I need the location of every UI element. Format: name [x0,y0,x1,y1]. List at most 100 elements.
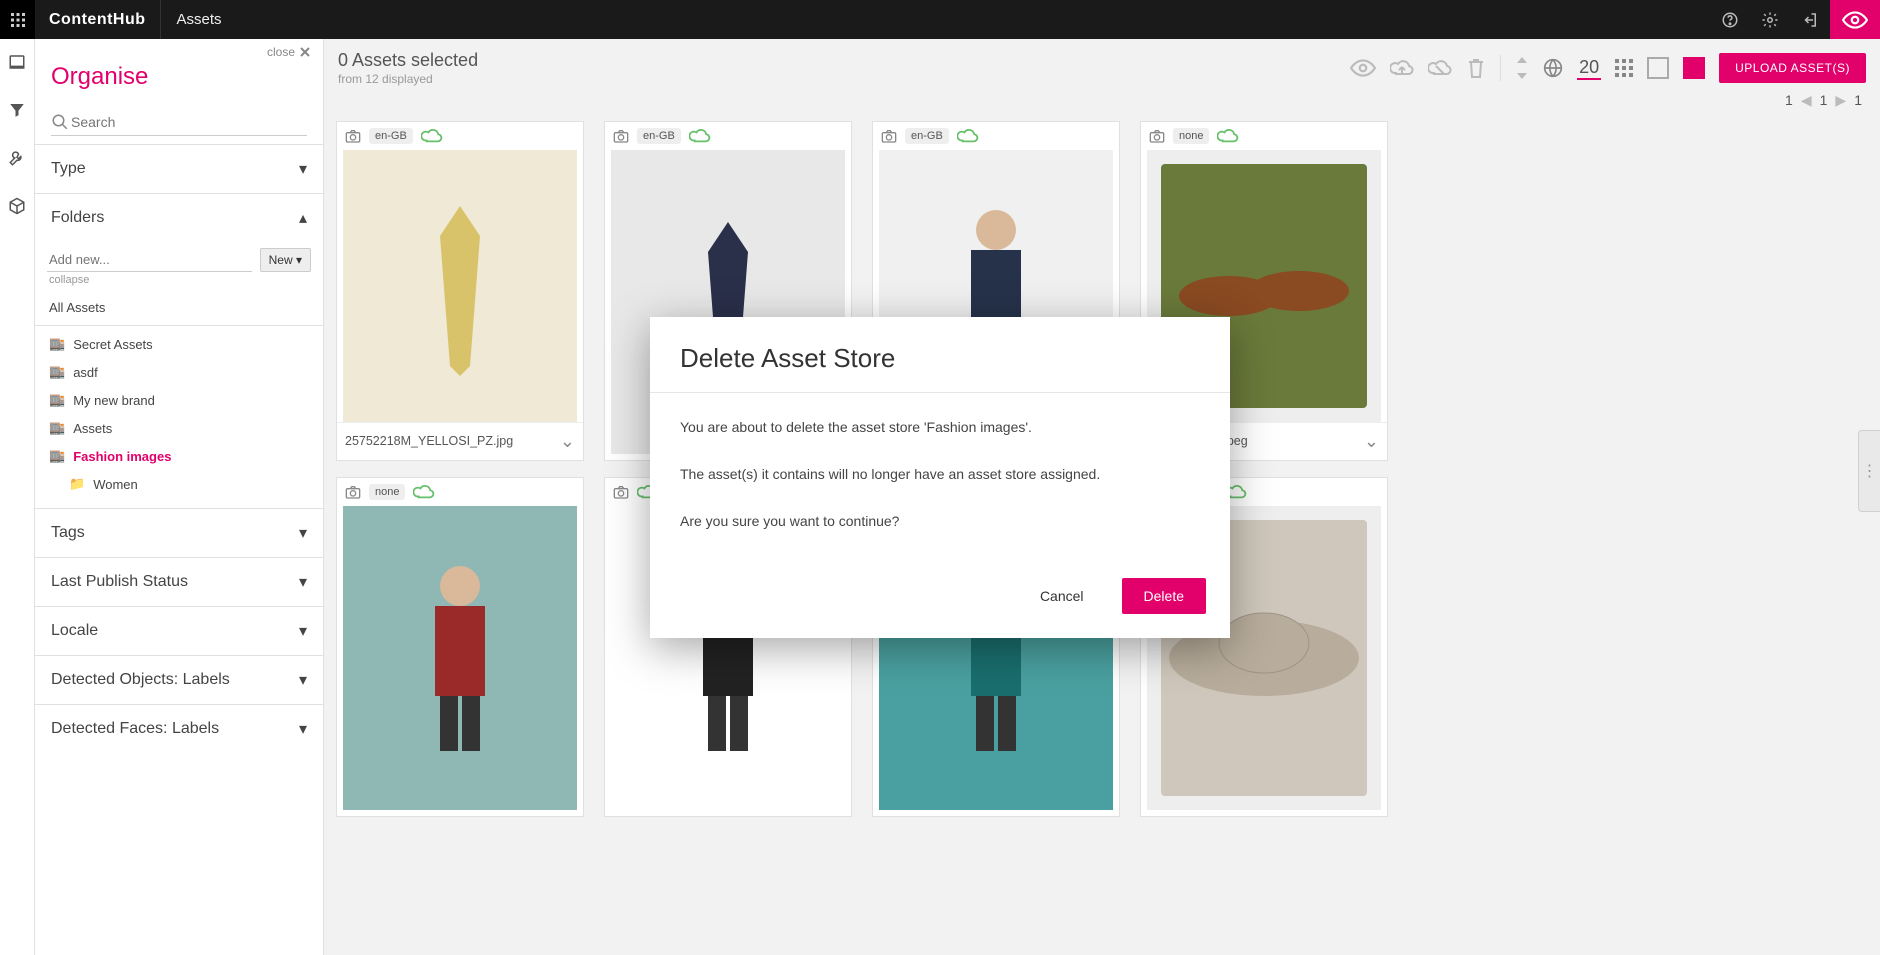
tree-label: Secret Assets [73,337,152,352]
help-icon[interactable] [1710,0,1750,39]
filter-icon[interactable] [8,101,26,119]
locale-chip: none [1173,128,1209,144]
right-drawer-handle[interactable]: ⋮ [1858,430,1880,512]
store-icon: 🏬 [49,448,65,464]
tree-fashion-images[interactable]: 🏬 Fashion images [47,442,311,470]
close-label: close [267,45,295,59]
camera-icon [1149,129,1165,143]
cloud-icon [957,128,979,144]
accordion-locale[interactable]: Locale ▾ [35,606,323,655]
upload-assets-button[interactable]: UPLOAD ASSET(S) [1719,53,1866,83]
asset-thumbnail[interactable] [343,150,577,422]
assets-toolbar: 0 Assets selected from 12 displayed 20 U… [324,39,1880,92]
tree-all-assets[interactable]: All Assets [47,294,311,321]
tools-icon[interactable] [8,149,26,167]
locale-chip: en-GB [369,128,413,144]
folder-icon: 📁 [69,476,85,492]
store-icon: 🏬 [49,420,65,436]
cancel-button[interactable]: Cancel [1018,578,1106,614]
close-panel-button[interactable]: close [35,39,323,59]
trash-icon[interactable] [1466,57,1486,79]
new-folder-button[interactable]: New ▾ [260,248,311,272]
cloud-icon [421,128,443,144]
accordion-folders[interactable]: Folders ▴ [35,193,323,242]
add-folder-input[interactable] [47,248,252,272]
selected-count: 0 Assets selected [338,49,478,72]
accordion-label: Locale [51,622,98,640]
asset-card[interactable]: en-GB25752218M_YELLOSI_PZ.jpg⌄ [336,121,584,461]
grid-icon[interactable] [1615,59,1633,77]
chevron-down-icon[interactable]: ⌄ [560,431,575,452]
chevron-down-icon: ▾ [299,523,307,543]
search-icon [51,113,69,131]
pager: 1 ◀ 1 ▶ 1 [324,92,1880,113]
modal-line1: You are about to delete the asset store … [680,417,1200,438]
exit-icon[interactable] [1790,0,1830,39]
tree-assets[interactable]: 🏬 Assets [47,414,311,442]
package-icon[interactable] [8,197,26,215]
chevron-up-icon: ▴ [299,208,307,228]
pager-next-icon[interactable]: ▶ [1835,92,1846,109]
asset-thumbnail[interactable] [343,506,577,810]
asset-card[interactable]: none [336,477,584,817]
tree-my-new-brand[interactable]: 🏬 My new brand [47,386,311,414]
accordion-last-publish[interactable]: Last Publish Status ▾ [35,557,323,606]
topbar: ContentHub Assets [0,0,1880,39]
camera-icon [613,485,629,499]
store-icon: 🏬 [49,336,65,352]
chevron-down-icon: ▾ [299,719,307,739]
tree-label: All Assets [49,300,105,315]
brand-logo[interactable]: ContentHub [35,11,160,29]
folders-body: New ▾ collapse All Assets 🏬 Secret Asset… [35,242,323,508]
store-icon: 🏬 [49,364,65,380]
camera-icon [345,485,361,499]
store-icon: 🏬 [49,392,65,408]
cloud-off-icon[interactable] [1428,58,1452,78]
tree-label: Fashion images [73,449,171,464]
chevron-down-icon[interactable]: ⌄ [1364,431,1379,452]
chevron-down-icon: ▾ [299,670,307,690]
pager-prev-icon[interactable]: ◀ [1801,92,1812,109]
globe-icon[interactable] [1543,58,1563,78]
delete-asset-store-modal: Delete Asset Store You are about to dele… [650,317,1230,638]
tile-toggle-icon[interactable] [1683,57,1705,79]
accordion-tags[interactable]: Tags ▾ [35,508,323,557]
accordion-label: Last Publish Status [51,573,188,591]
collapse-link[interactable]: collapse [49,274,311,286]
accordion-detected-objects[interactable]: Detected Objects: Labels ▾ [35,655,323,704]
accordion-label: Type [51,160,86,178]
tree-women[interactable]: 📁 Women [47,470,311,498]
pager-last[interactable]: 1 [1854,92,1862,108]
preview-eye-icon[interactable] [1830,0,1880,39]
accordion-type[interactable]: Type ▾ [35,144,323,193]
accordion-label: Folders [51,209,104,227]
modal-line3: Are you sure you want to continue? [680,511,1200,532]
apps-icon[interactable] [0,0,35,39]
nav-iconstrip [0,39,35,955]
camera-icon [345,129,361,143]
accordion-label: Detected Objects: Labels [51,671,230,689]
gear-icon[interactable] [1750,0,1790,39]
tree-label: My new brand [73,393,155,408]
tree-asdf[interactable]: 🏬 asdf [47,358,311,386]
tree-label: Women [93,477,138,492]
sort-icon[interactable] [1515,57,1529,79]
toolbar-separator [1500,55,1501,81]
library-icon[interactable] [8,53,26,71]
search-input[interactable] [69,113,307,131]
locale-chip: en-GB [637,128,681,144]
cloud-upload-icon[interactable] [1390,58,1414,78]
camera-icon [613,129,629,143]
accordion-detected-faces[interactable]: Detected Faces: Labels ▾ [35,704,323,753]
tree-label: asdf [73,365,98,380]
chevron-down-icon: ▾ [299,621,307,641]
locale-chip: none [369,484,405,500]
delete-button[interactable]: Delete [1122,578,1206,614]
eye-icon[interactable] [1350,59,1376,77]
tree-secret-assets[interactable]: 🏬 Secret Assets [47,330,311,358]
pager-first[interactable]: 1 [1785,92,1793,108]
pager-current: 1 [1820,92,1828,108]
chevron-down-icon: ▾ [299,159,307,179]
checkbox-icon[interactable] [1647,57,1669,79]
page-size[interactable]: 20 [1577,57,1601,80]
